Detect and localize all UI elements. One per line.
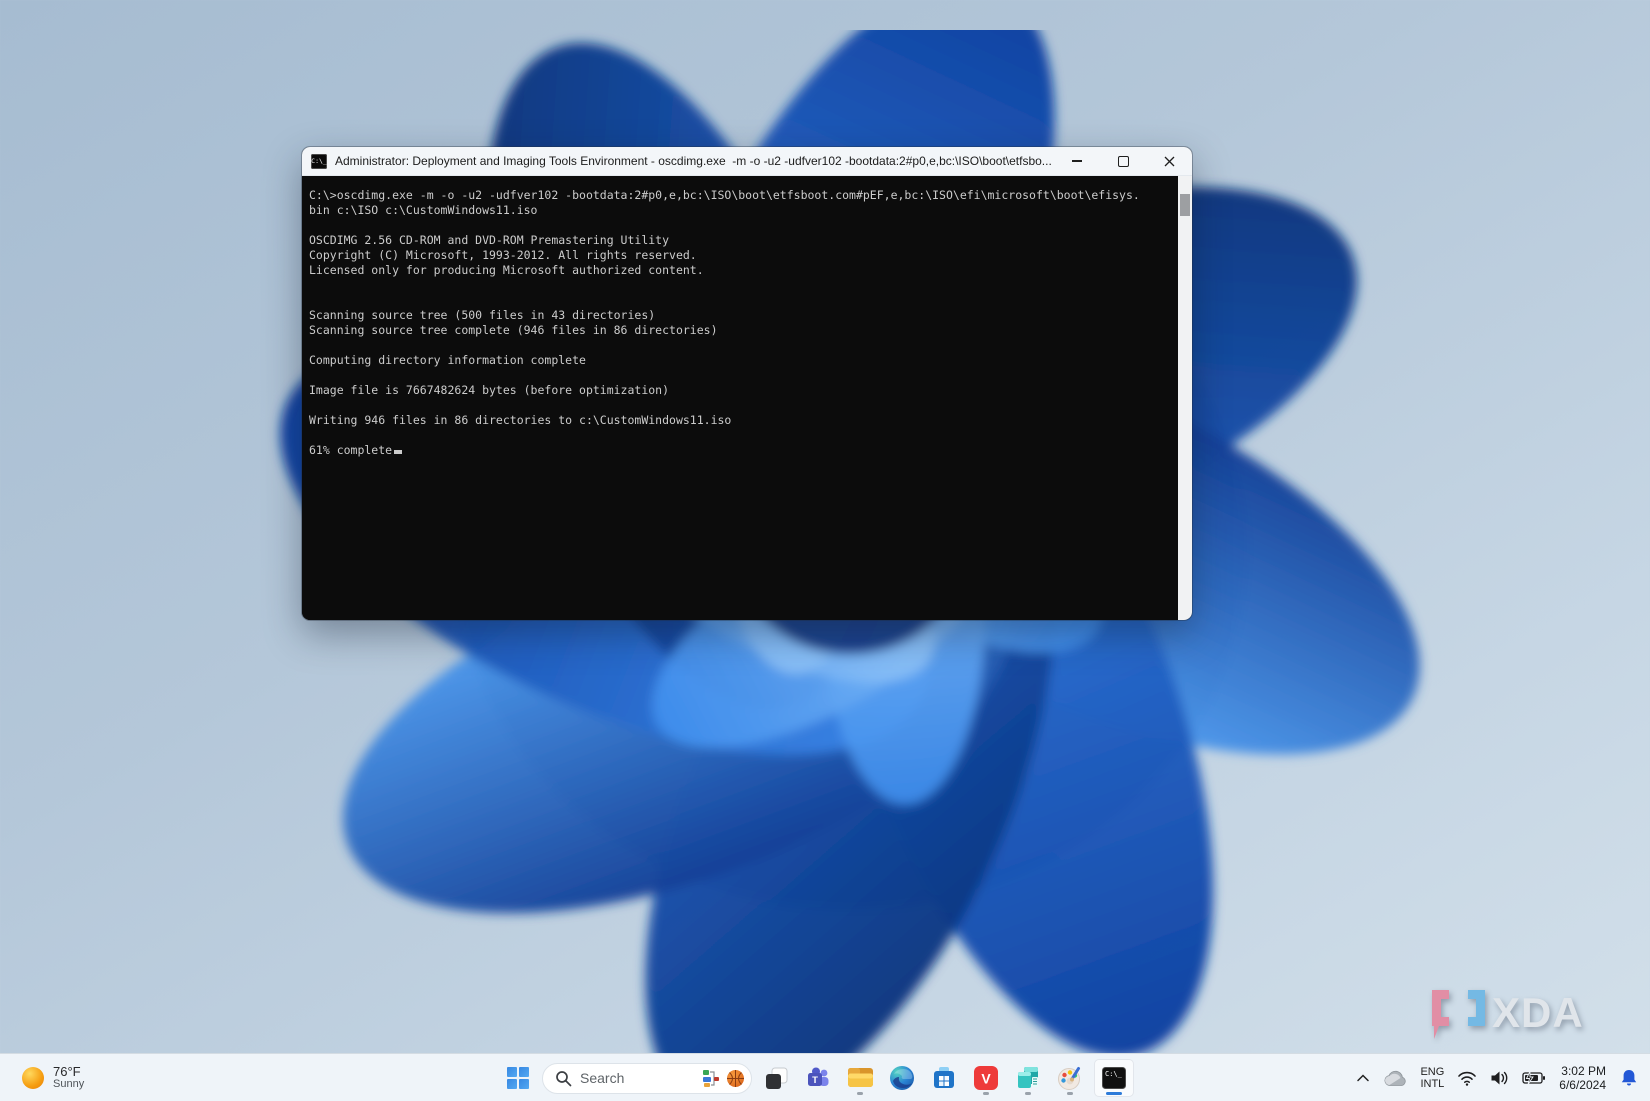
xda-bracket-left-icon (1432, 990, 1449, 1039)
task-view-button[interactable] (758, 1059, 794, 1097)
terminal-line: Copyright (C) Microsoft, 1993-2012. All … (309, 248, 697, 262)
terminal-line: Computing directory information complete (309, 353, 586, 367)
running-indicator (1067, 1092, 1073, 1095)
xda-text: XDA (1492, 989, 1584, 1036)
microsoft-store-icon (934, 1067, 954, 1088)
taskbar-app-edge[interactable] (884, 1059, 920, 1097)
xda-bracket-right-icon (1468, 990, 1485, 1026)
svg-text:V: V (981, 1071, 991, 1087)
close-button[interactable] (1146, 147, 1192, 175)
terminal-line: Licensed only for producing Microsoft au… (309, 263, 704, 277)
terminal-line: Scanning source tree complete (946 files… (309, 323, 718, 337)
taskbar-app-file-explorer[interactable] (842, 1059, 878, 1097)
terminal-line: bin c:\ISO c:\CustomWindows11.iso (309, 203, 538, 217)
terminal-line: OSCDIMG 2.56 CD-ROM and DVD-ROM Premaste… (309, 233, 670, 247)
terminal-scrollbar[interactable] (1178, 176, 1192, 620)
terminal-line: Writing 946 files in 86 directories to c… (309, 413, 732, 427)
teams-icon: T (808, 1067, 829, 1086)
minimize-icon (1072, 160, 1082, 162)
notification-bell-icon (1621, 1070, 1637, 1086)
onedrive-tray-button[interactable] (1380, 1062, 1410, 1094)
terminal-output: C:\>oscdimg.exe -m -o -u2 -udfver102 -bo… (302, 176, 1178, 620)
paint-icon (1058, 1067, 1080, 1090)
svg-text:C:\_: C:\_ (1105, 1070, 1123, 1078)
wifi-icon (1458, 1071, 1477, 1086)
file-explorer-icon (847, 1068, 873, 1087)
taskbar-center: Search T V C:\_ (500, 1059, 1134, 1097)
weather-widget[interactable]: 76°F Sunny (14, 1059, 92, 1097)
edge-icon (890, 1066, 914, 1090)
taskbar-app-paint[interactable] (1052, 1059, 1088, 1097)
language-line1: ENG (1420, 1066, 1445, 1078)
language-line2: INTL (1420, 1078, 1445, 1090)
language-indicator[interactable]: ENG INTL (1417, 1062, 1447, 1094)
terminal-line: Image file is 7667482624 bytes (before o… (309, 383, 670, 397)
task-view-icon (765, 1067, 787, 1089)
tray-date: 6/6/2024 (1559, 1078, 1606, 1092)
battery-charging-icon (1522, 1071, 1546, 1085)
taskbar-app-server-tool[interactable] (1010, 1059, 1046, 1097)
basketball-icon (727, 1069, 744, 1087)
maximize-button[interactable] (1100, 147, 1146, 175)
weather-temperature: 76°F (53, 1064, 81, 1079)
taskbar-app-teams[interactable]: T (800, 1059, 836, 1097)
close-icon (1164, 156, 1174, 166)
search-placeholder: Search (580, 1070, 625, 1086)
search-box[interactable]: Search (542, 1062, 752, 1094)
server-app-icon (1018, 1067, 1038, 1088)
tray-chevron-button[interactable] (1353, 1062, 1373, 1094)
cmd-window-icon: C:\_ (311, 153, 327, 169)
vivaldi-icon: V (974, 1066, 998, 1090)
tray-time: 3:02 PM (1561, 1064, 1606, 1078)
search-highlights[interactable] (702, 1068, 745, 1088)
scrollbar-thumb[interactable] (1180, 194, 1190, 216)
active-indicator (1106, 1092, 1122, 1095)
chevron-up-icon (1357, 1074, 1370, 1082)
cloud-icon (1384, 1070, 1407, 1086)
terminal-cursor (394, 450, 403, 454)
terminal-line: 61% complete (309, 443, 1174, 458)
battery-tray-button[interactable] (1519, 1062, 1549, 1094)
running-indicator (857, 1092, 863, 1095)
taskbar: 76°F Sunny Search T V C:\_ ENG INTL 3:02… (0, 1053, 1650, 1101)
taskbar-app-microsoft-store[interactable] (926, 1059, 962, 1097)
sun-icon (22, 1067, 44, 1089)
notification-center-button[interactable] (1616, 1062, 1642, 1094)
speaker-icon (1491, 1071, 1508, 1085)
maximize-icon (1117, 155, 1129, 167)
taskbar-app-command-prompt[interactable]: C:\_ (1094, 1059, 1134, 1097)
weather-condition: Sunny (53, 1078, 85, 1090)
running-indicator (1025, 1092, 1031, 1095)
search-icon (556, 1070, 572, 1086)
window-title: Administrator: Deployment and Imaging To… (335, 154, 1052, 168)
minimize-button[interactable] (1054, 147, 1100, 175)
start-button[interactable] (500, 1059, 536, 1097)
system-tray: ENG INTL 3:02 PM 6/6/2024 (1353, 1059, 1642, 1097)
running-indicator (983, 1092, 989, 1095)
window-titlebar[interactable]: C:\_ Administrator: Deployment and Imagi… (302, 147, 1192, 176)
clock-widget[interactable]: 3:02 PM 6/6/2024 (1556, 1062, 1609, 1094)
terminal-window: C:\_ Administrator: Deployment and Imagi… (302, 147, 1192, 620)
terminal-body: C:\>oscdimg.exe -m -o -u2 -udfver102 -bo… (302, 176, 1192, 620)
taskbar-app-vivaldi[interactable]: V (968, 1059, 1004, 1097)
xda-watermark: XDA (1432, 989, 1584, 1039)
volume-tray-button[interactable] (1487, 1062, 1512, 1094)
terminal-line: C:\>oscdimg.exe -m -o -u2 -udfver102 -bo… (309, 188, 1140, 202)
window-controls (1054, 147, 1192, 175)
network-tray-button[interactable] (1454, 1062, 1480, 1094)
svg-text:T: T (812, 1075, 818, 1086)
start-icon (507, 1067, 529, 1089)
command-prompt-icon: C:\_ (1102, 1067, 1126, 1089)
terminal-line: Scanning source tree (500 files in 43 di… (309, 308, 656, 322)
bracket-highlight-icon (703, 1070, 719, 1087)
